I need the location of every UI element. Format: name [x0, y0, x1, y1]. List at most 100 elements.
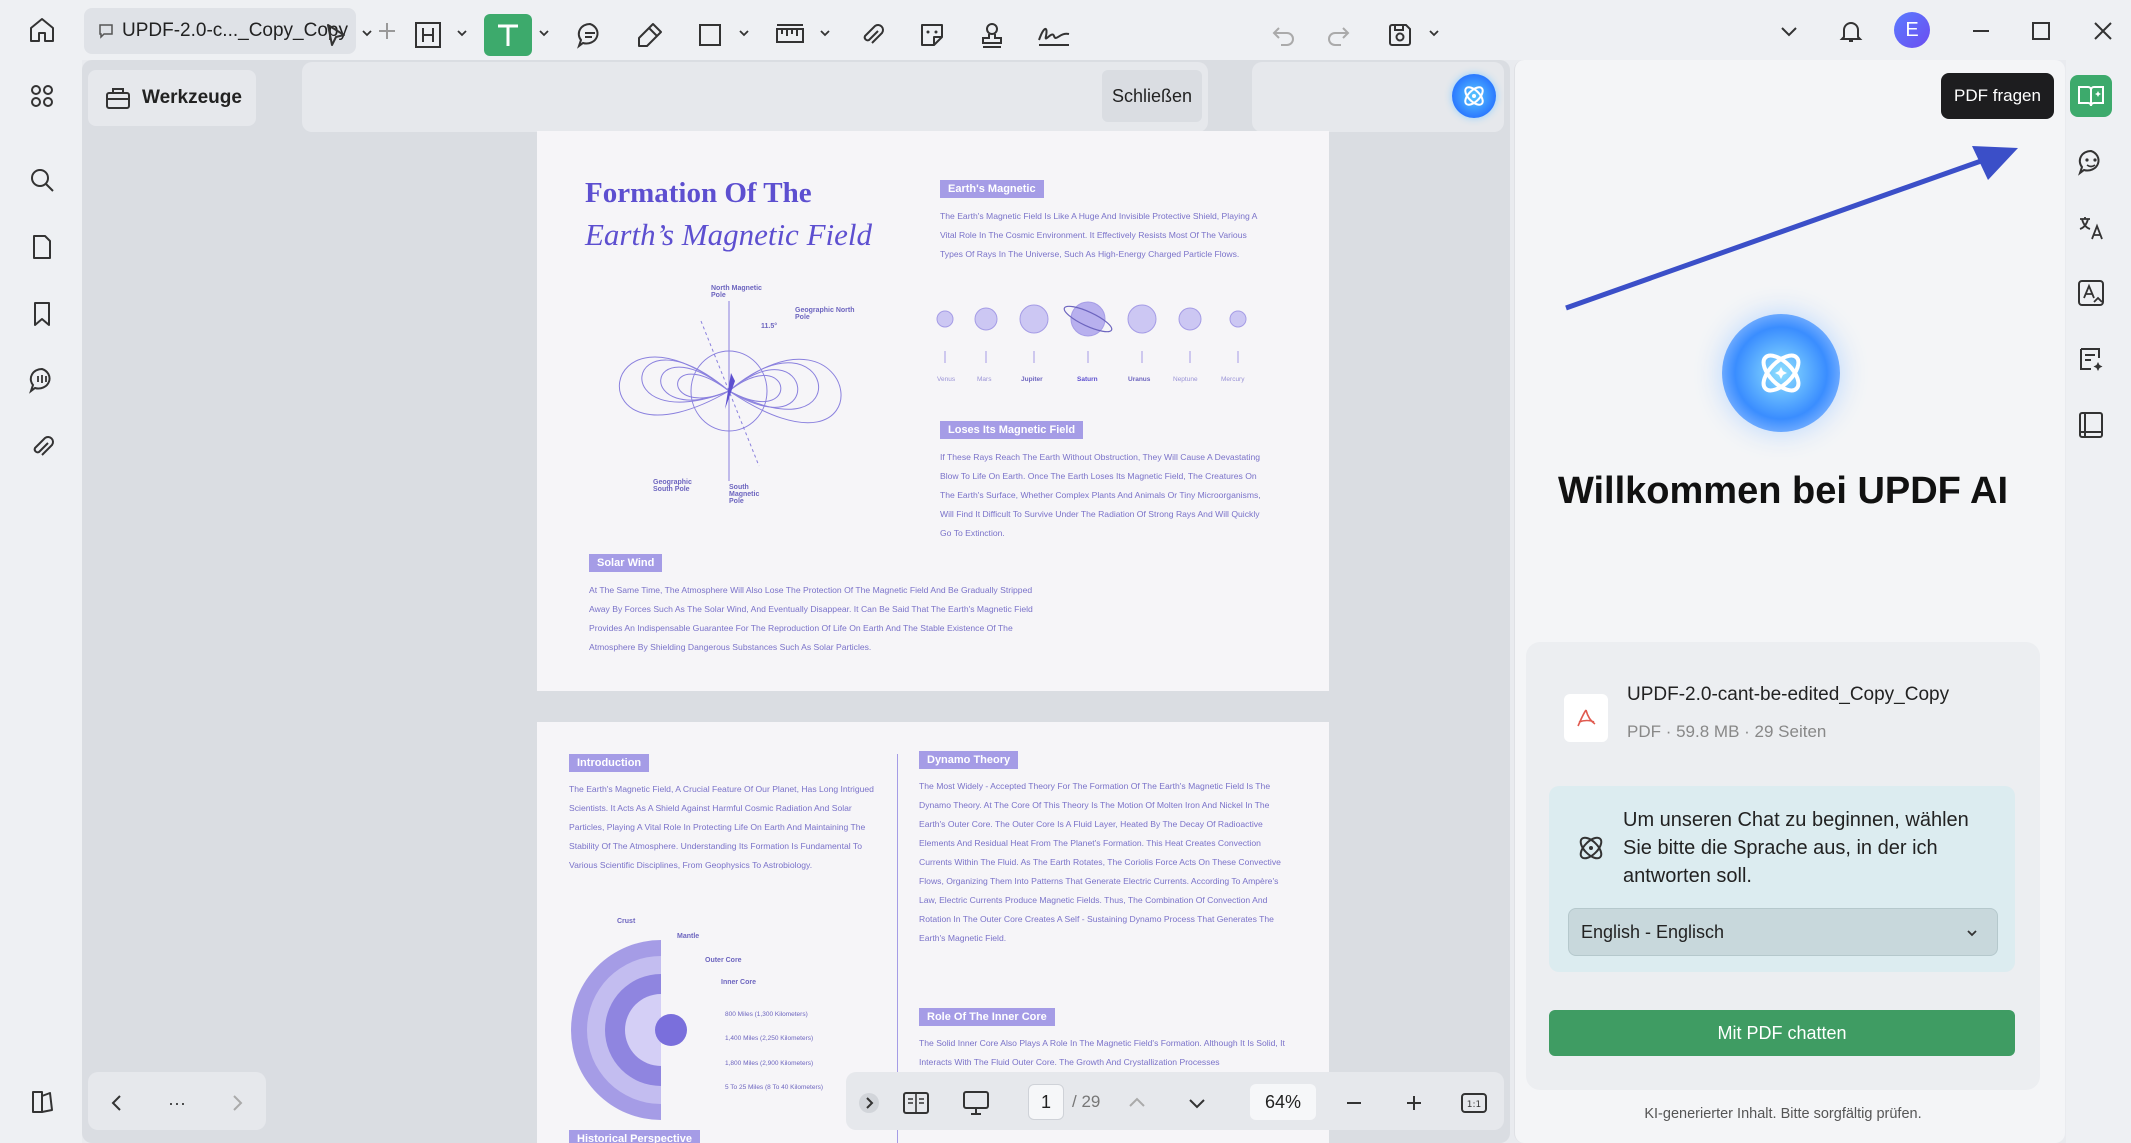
file-meta: PDF · 59.8 MB · 29 Seiten	[1627, 722, 1826, 742]
chevron-down-icon[interactable]	[455, 26, 469, 45]
minimize-icon[interactable]	[1964, 14, 1998, 48]
tools-button[interactable]: Werkzeuge	[88, 70, 256, 126]
translate-icon[interactable]	[2070, 207, 2112, 249]
measure-icon[interactable]	[770, 14, 810, 56]
page-icon[interactable]	[22, 227, 62, 267]
svg-text:1:1: 1:1	[1467, 1100, 1481, 1110]
chevron-down-icon[interactable]	[360, 26, 374, 45]
file-name: UPDF-2.0-cant-be-edited_Copy_Copy	[1627, 684, 1949, 706]
actual-size-icon[interactable]: 1:1	[1457, 1086, 1491, 1120]
chevron-down-icon[interactable]	[737, 26, 751, 45]
previous-page-icon[interactable]	[1120, 1086, 1154, 1120]
redo-icon[interactable]	[1318, 14, 1358, 56]
presentation-icon[interactable]	[959, 1086, 993, 1120]
page-layout-icon[interactable]	[899, 1086, 933, 1120]
paragraph: At The Same Time, The Atmosphere Will Al…	[589, 581, 1049, 657]
zoom-level[interactable]: 64%	[1250, 1084, 1316, 1120]
layer-label: Mantle	[677, 933, 699, 940]
close-icon[interactable]	[2086, 14, 2120, 48]
page-title-line2: Earth’s Magnetic Field	[585, 217, 872, 253]
distance-label: 1,800 Miles (2,900 Kilometers)	[725, 1060, 813, 1067]
add-tab-icon[interactable]	[372, 16, 402, 46]
select-icon[interactable]	[316, 14, 356, 56]
rectangle-icon[interactable]	[690, 14, 730, 56]
home-icon[interactable]	[22, 12, 62, 48]
section-tag: Historical Perspective	[569, 1130, 700, 1143]
theme-icon[interactable]	[22, 1082, 62, 1122]
geo-north-label: Geographic North Pole	[795, 307, 855, 321]
text-icon[interactable]	[484, 14, 532, 56]
language-select[interactable]: English - Englisch	[1568, 908, 1998, 956]
undo-icon[interactable]	[1264, 14, 1304, 56]
planets-diagram	[933, 301, 1273, 381]
collapse-icon[interactable]	[852, 1086, 886, 1120]
distance-label: 1,400 Miles (2,250 Kilometers)	[725, 1035, 813, 1042]
highlighter-icon[interactable]	[630, 14, 670, 56]
page-total: / 29	[1072, 1092, 1100, 1112]
avatar[interactable]: E	[1894, 12, 1930, 48]
save-icon[interactable]	[1380, 14, 1420, 56]
ocr-icon[interactable]	[2070, 272, 2112, 314]
chevron-down-icon	[1965, 926, 1979, 940]
signature-icon[interactable]	[1032, 14, 1076, 56]
section-tag: Role Of The Inner Core	[919, 1008, 1055, 1026]
welcome-heading: Willkommen bei UPDF AI	[1514, 470, 2052, 513]
grid-icon[interactable]	[22, 76, 62, 116]
planet-label: Mercury	[1221, 376, 1244, 383]
ask-pdf-icon[interactable]	[2070, 75, 2112, 117]
section-tag: Dynamo Theory	[919, 751, 1018, 769]
layer-label: Inner Core	[721, 979, 756, 986]
comments-icon[interactable]	[22, 360, 62, 400]
edit-toolbar	[302, 62, 1208, 132]
chat-bot-icon[interactable]	[2070, 141, 2112, 183]
page-number-input[interactable]: 1	[1028, 1084, 1064, 1120]
planet-label: Mars	[977, 376, 991, 383]
chevron-down-icon[interactable]	[1427, 26, 1441, 45]
north-magnetic-label: North Magnetic Pole	[711, 285, 771, 299]
layer-label: Crust	[617, 918, 635, 925]
stamp-icon[interactable]	[972, 14, 1012, 56]
tab-title: UPDF-2.0-c..._Copy_Copy	[122, 20, 348, 42]
planet-label: Saturn	[1077, 376, 1098, 383]
geo-south-label: Geographic South Pole	[653, 479, 713, 493]
zoom-out-icon[interactable]	[1337, 1086, 1371, 1120]
reader-icon[interactable]	[2070, 404, 2112, 446]
arrow-annotation	[1560, 140, 2030, 320]
attachment-icon[interactable]	[22, 427, 62, 467]
bookmark-icon[interactable]	[22, 294, 62, 334]
bell-icon[interactable]	[1834, 14, 1868, 48]
comment-icon[interactable]	[570, 14, 610, 56]
chat-with-pdf-button[interactable]: Mit PDF chatten	[1549, 1010, 2015, 1056]
paragraph: The Solid Inner Core Also Plays A Role I…	[919, 1034, 1295, 1072]
maximize-icon[interactable]	[2024, 14, 2058, 48]
next-page-icon[interactable]	[1180, 1086, 1214, 1120]
back-icon[interactable]	[100, 1086, 134, 1120]
language-value: English - Englisch	[1581, 922, 1724, 943]
section-tag: Introduction	[569, 754, 649, 772]
summarize-icon[interactable]	[2070, 338, 2112, 380]
search-icon[interactable]	[22, 160, 62, 200]
pdf-page-1[interactable]: Formation Of The Earth’s Magnetic Field …	[537, 131, 1329, 691]
forward-icon[interactable]	[220, 1086, 254, 1120]
ai-assistant-icon[interactable]	[1452, 74, 1496, 118]
earth-layers-diagram	[565, 922, 705, 1122]
more-icon[interactable]: ···	[160, 1086, 194, 1120]
layer-label: Outer Core	[705, 957, 742, 964]
distance-label: 5 To 25 Miles (8 To 40 Kilometers)	[725, 1084, 823, 1091]
close-edit-button[interactable]: Schließen	[1102, 70, 1202, 122]
heading-icon[interactable]	[408, 14, 448, 56]
attachment-icon[interactable]	[852, 14, 892, 56]
planet-label: Neptune	[1173, 376, 1198, 383]
chevron-down-icon[interactable]	[537, 26, 551, 45]
tooltip: PDF fragen	[1941, 73, 2054, 119]
section-tag: Loses Its Magnetic Field	[940, 421, 1083, 439]
chevron-down-icon[interactable]	[818, 26, 832, 45]
sticker-icon[interactable]	[912, 14, 952, 56]
left-sidebar	[0, 60, 82, 1143]
paragraph: The Most Widely - Accepted Theory For Th…	[919, 777, 1295, 948]
planet-label: Venus	[937, 376, 955, 383]
ai-disclaimer: KI-generierter Inhalt. Bitte sorgfältig …	[1514, 1106, 2052, 1122]
zoom-in-icon[interactable]	[1397, 1086, 1431, 1120]
south-magnetic-label: South Magnetic Pole	[729, 484, 773, 505]
chevron-down-icon[interactable]	[1772, 14, 1806, 48]
